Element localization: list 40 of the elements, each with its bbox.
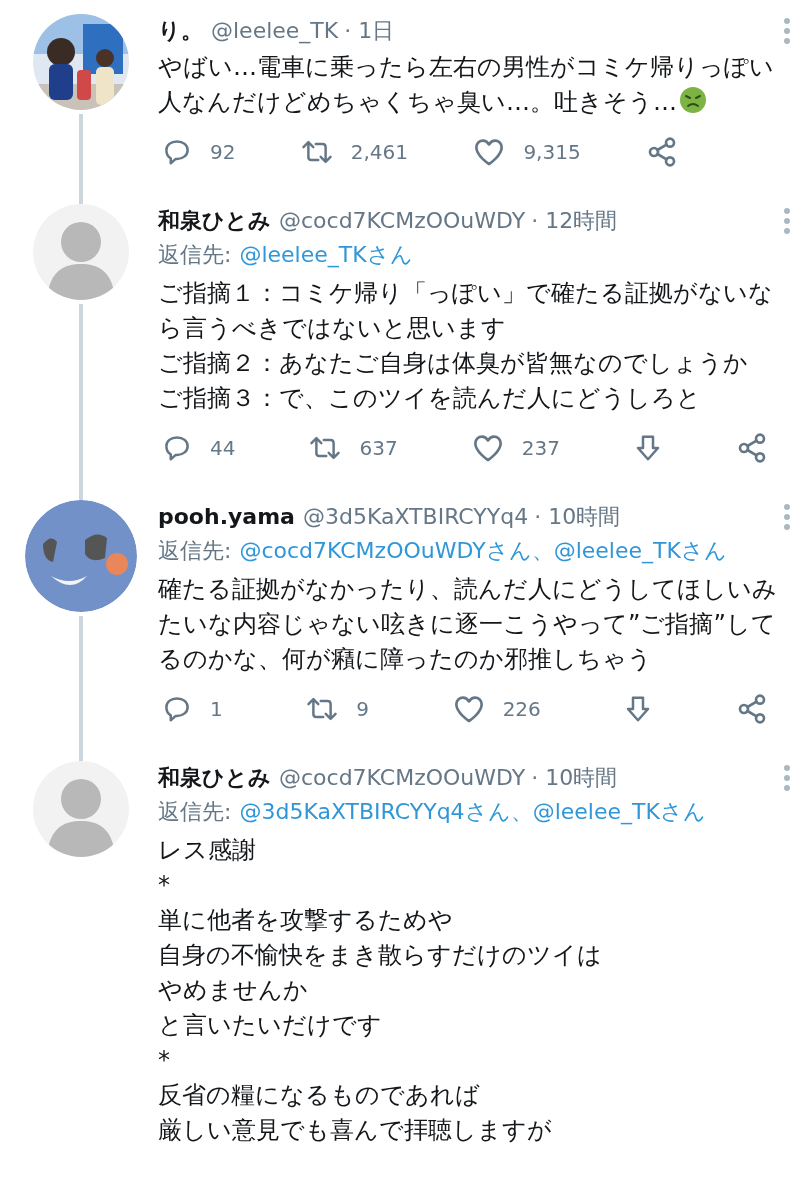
action-count: 226 — [502, 696, 541, 723]
heart-icon[interactable] — [471, 433, 504, 463]
action-count: 44 — [210, 435, 236, 462]
reply-label: 返信先: — [158, 798, 232, 826]
action-count: 92 — [210, 139, 236, 166]
tweet-time: · 10時間 — [534, 503, 621, 531]
reply-icon[interactable] — [162, 137, 192, 167]
mention-link[interactable]: @leelee_TKさん — [239, 238, 413, 272]
tweet-time: · 10時間 — [531, 764, 618, 792]
reply-label: 返信先: — [158, 241, 232, 269]
mention-link[interactable]: @leelee_TKさん — [532, 795, 706, 829]
tweet-time: · 1日 — [344, 17, 395, 45]
display-name: 和泉ひとみ — [158, 764, 271, 792]
heart-icon[interactable] — [452, 694, 485, 724]
tweet-text: ご指摘１：コミケ帰り「っぽい」で確たる証拠がないな ら言うべきではないと思います ご指摘２：あなたご自身は体臭が皆無なのでしょうか ご指摘３：で、このツイを読んだ人にどうしろと — [158, 278, 774, 414]
tweet-text: やばい…電車に乗ったら左右の男性がコミケ帰りっぽい 人なんだけどめちゃくちゃ臭い…。吐きそう… — [158, 52, 775, 118]
action-count: 637 — [359, 435, 398, 462]
reply-icon[interactable] — [162, 694, 192, 724]
tweet-text: レス感謝 * 単に他者を攻撃するためや 自身の不愉快をまき散らすだけのツイは やめませんか と言いたいだけです * 反省の糧になるものであれば 厳しい意見でも喜んで拝聴しますが — [158, 835, 603, 1146]
user-handle: @cocd7KCMzOOuWDY — [279, 764, 526, 792]
action-count: 1 — [210, 696, 223, 723]
heart-icon[interactable] — [473, 137, 506, 167]
user-handle: @3d5KaXTBIRCYYq4 — [302, 503, 529, 531]
sick-face-icon — [679, 86, 707, 114]
tweet-time: · 12時間 — [531, 207, 618, 235]
display-name: pooh.yama — [158, 503, 295, 531]
display-name: 和泉ひとみ — [158, 207, 271, 235]
action-count: 9 — [356, 696, 370, 723]
mention-link[interactable]: @3d5KaXTBIRCYYq4さん、 — [239, 795, 533, 829]
user-handle: @leelee_TK — [211, 17, 339, 46]
reply-icon[interactable] — [162, 433, 192, 463]
reply-label: 返信先: — [158, 537, 232, 565]
action-count: 237 — [521, 435, 560, 462]
action-count: 9,315 — [523, 139, 581, 166]
tweet-text: 確たる証拠がなかったり、読んだ人にどうしてほしいみ たいな内容じゃない呟きに逐一こうやって”ご指摘”して るのかな、何が癪に障ったのか邪推しちゃう — [158, 574, 778, 675]
action-count: 2,461 — [350, 139, 409, 166]
user-handle: @cocd7KCMzOOuWDY — [279, 207, 526, 235]
mention-link[interactable]: @cocd7KCMzOOuWDYさん、 — [239, 534, 554, 568]
display-name: り。 — [158, 17, 203, 45]
mention-link[interactable]: @leelee_TKさん — [553, 534, 727, 568]
